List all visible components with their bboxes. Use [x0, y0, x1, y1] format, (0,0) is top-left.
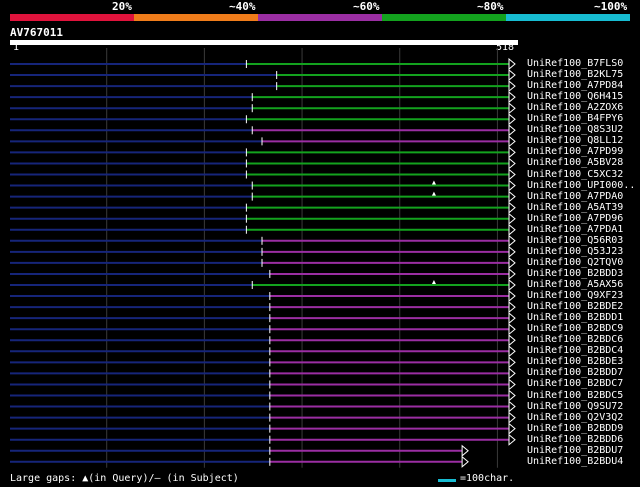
- hit-end-arrow: [508, 234, 516, 247]
- subject-label[interactable]: UniRef100_B2BDC4: [527, 345, 623, 356]
- hit-end-arrow: [508, 168, 516, 181]
- subject-label[interactable]: UniRef100_B2BDC5: [527, 390, 623, 401]
- hit-end-arrow: [508, 102, 516, 115]
- subject-label[interactable]: UniRef100_Q8LL12: [527, 135, 623, 146]
- hit-end-arrow: [461, 444, 469, 457]
- subject-label[interactable]: UniRef100_A7PD99: [527, 146, 623, 157]
- subject-label[interactable]: UniRef100_UPI000..: [527, 180, 635, 191]
- subject-label[interactable]: UniRef100_A7PD84: [527, 80, 623, 91]
- subject-label[interactable]: UniRef100_Q9XF23: [527, 290, 623, 301]
- hit-end-arrow: [508, 267, 516, 281]
- query-gap-marker: [431, 191, 436, 196]
- query-gap-marker: [431, 280, 436, 284]
- subject-label[interactable]: UniRef100_Q9SU72: [527, 401, 623, 412]
- subject-label[interactable]: UniRef100_A5AX56: [527, 279, 623, 290]
- hit-end-arrow: [508, 113, 516, 126]
- hit-end-arrow: [508, 135, 516, 148]
- hit-end-arrow: [508, 289, 516, 303]
- hit-end-arrow: [508, 68, 516, 82]
- subject-label[interactable]: UniRef100_B4FPY6: [527, 113, 623, 124]
- hit-end-arrow: [508, 223, 516, 236]
- subject-label[interactable]: UniRef100_Q8S3U2: [527, 124, 623, 135]
- hit-end-arrow: [508, 334, 516, 347]
- hit-end-arrow: [508, 190, 516, 203]
- hit-end-arrow: [508, 179, 516, 192]
- hit-end-arrow: [508, 389, 516, 402]
- subject-label[interactable]: UniRef100_B2BDD3: [527, 268, 623, 279]
- hit-end-arrow: [508, 146, 516, 159]
- hit-end-arrow: [461, 455, 469, 468]
- hit-end-arrow: [508, 124, 516, 137]
- hit-end-arrow: [508, 256, 516, 269]
- hit-end-arrow: [508, 157, 516, 170]
- subject-label[interactable]: UniRef100_B2BDE3: [527, 356, 623, 367]
- hit-end-arrow: [508, 378, 516, 391]
- subject-label[interactable]: UniRef100_B2BDC9: [527, 323, 623, 334]
- subject-label[interactable]: UniRef100_A5BV28: [527, 157, 623, 168]
- hit-end-arrow: [508, 278, 516, 292]
- subject-label[interactable]: UniRef100_A5AT39: [527, 202, 623, 213]
- subject-label[interactable]: UniRef100_B2BDU7: [527, 445, 623, 456]
- hit-end-arrow: [508, 301, 516, 314]
- scale-swatch: [438, 479, 456, 482]
- subject-label[interactable]: UniRef100_B2BDU4: [527, 456, 623, 467]
- subject-label[interactable]: UniRef100_B2KL75: [527, 69, 623, 80]
- subject-label[interactable]: UniRef100_B2BDD6: [527, 434, 623, 445]
- gaps-legend: Large gaps: ▲(in Query)/– (in Subject): [10, 473, 239, 484]
- hit-end-arrow: [508, 433, 516, 446]
- hit-end-arrow: [508, 245, 516, 258]
- subject-label[interactable]: UniRef100_B2BDC6: [527, 334, 623, 345]
- subject-label[interactable]: UniRef100_C5XC32: [527, 169, 623, 180]
- hit-end-arrow: [508, 323, 516, 336]
- hit-end-arrow: [508, 80, 516, 93]
- scale-label: =100char.: [460, 473, 515, 484]
- hit-end-arrow: [508, 422, 516, 435]
- subject-label[interactable]: UniRef100_B7FLS0: [527, 58, 623, 69]
- subject-label[interactable]: UniRef100_Q2V3Q2: [527, 412, 623, 423]
- subject-label[interactable]: UniRef100_B2BDE2: [527, 301, 623, 312]
- hit-end-arrow: [508, 212, 516, 225]
- hit-end-arrow: [508, 201, 516, 214]
- hit-end-arrow: [508, 91, 516, 104]
- subject-label[interactable]: UniRef100_Q53J23: [527, 246, 623, 257]
- hit-end-arrow: [508, 411, 516, 424]
- hit-end-arrow: [508, 312, 516, 325]
- subject-label[interactable]: UniRef100_Q6H415: [527, 91, 623, 102]
- subject-label[interactable]: UniRef100_A7PDA1: [527, 224, 623, 235]
- hit-end-arrow: [508, 356, 516, 369]
- subject-label[interactable]: UniRef100_B2BDD9: [527, 423, 623, 434]
- subject-label[interactable]: UniRef100_A7PDA0: [527, 191, 623, 202]
- subject-label[interactable]: UniRef100_A7PD96: [527, 213, 623, 224]
- hit-end-arrow: [508, 345, 516, 358]
- hit-end-arrow: [508, 367, 516, 380]
- query-gap-marker: [431, 180, 436, 185]
- hit-end-arrow: [508, 57, 516, 71]
- subject-label[interactable]: UniRef100_Q2TQV0: [527, 257, 623, 268]
- subject-label[interactable]: UniRef100_B2BDD7: [527, 367, 623, 378]
- subject-label[interactable]: UniRef100_A2ZOX6: [527, 102, 623, 113]
- subject-label[interactable]: UniRef100_Q56R03: [527, 235, 623, 246]
- subject-label[interactable]: UniRef100_B2BDD1: [527, 312, 623, 323]
- subject-label[interactable]: UniRef100_B2BDC7: [527, 378, 623, 389]
- hit-end-arrow: [508, 400, 516, 413]
